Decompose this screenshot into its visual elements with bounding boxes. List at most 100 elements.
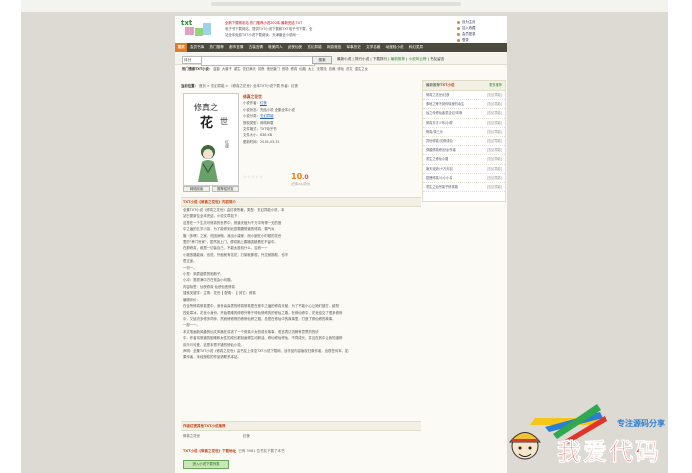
sidebar-item-title[interactable]: 修真之花世/红夜 <box>426 91 449 99</box>
cover-figure-illustration <box>198 145 218 182</box>
sidebar-item[interactable]: 仙之传修仙者重活记/本尊 [玄幻异能] <box>423 109 505 119</box>
sidebar-item[interactable]: 爹地之等不到你转身的余生 [玄幻异能] <box>423 100 505 110</box>
hot-search-label: 热门搜索TXT小说： <box>182 67 213 71</box>
sidebar-item-title[interactable]: 重生之修仙小路 <box>426 155 448 163</box>
hot-word[interactable]: 重生 <box>234 67 241 71</box>
sidebar-item[interactable]: 狐狸修真/小小小青 [玄幻异能] <box>423 174 505 184</box>
quick-link-download-rank[interactable]: 下载排行 <box>373 57 387 61</box>
sidebar-recommend: 最新推荐TXT小说 更多推荐 修真之花世/红夜 [玄幻异能] 爹地之等不到你转身的余… <box>422 80 506 202</box>
hot-word[interactable]: 花红满天 <box>243 67 256 71</box>
sidebar-item-category: [玄幻异能] <box>486 111 502 116</box>
hot-word[interactable]: 虐文 <box>346 67 353 71</box>
sidebar-header: 最新推荐TXT小说 更多推荐 <box>423 81 505 91</box>
sidebar-item-category: [玄幻异能] <box>486 139 502 144</box>
sidebar-item-title[interactable]: 重生之仙宗弟子修真路 <box>426 183 458 191</box>
sidebar-item-category: [玄幻异能] <box>486 102 502 107</box>
nav-item-home[interactable]: 首页 <box>175 43 188 52</box>
breadcrumb-path[interactable]: 首页 > 玄幻异能 > 《修真之花世》全本TXT小说下载 作者：红夜 <box>199 84 298 88</box>
description-header: TXT小说《修真之花世》内容简介 <box>181 197 421 207</box>
site-watermark-logo: 专注源码分享 我爱代码 <box>508 404 665 466</box>
author-link[interactable]: 红夜 <box>260 101 267 105</box>
sidebar-item-category: [玄幻异能] <box>486 93 502 97</box>
nav-item-anime[interactable]: 动漫轻小说 <box>383 43 406 52</box>
quick-link-charts[interactable]: 小说风云榜 <box>409 57 427 61</box>
hot-word[interactable]: 无限流 <box>317 67 327 71</box>
sidebar-item-category: [玄幻异能] <box>486 175 502 180</box>
bullet-icon <box>457 38 460 42</box>
hot-word[interactable]: 仙路 <box>299 67 306 71</box>
hot-word[interactable]: 总裁 <box>329 67 336 71</box>
score-value: 10.0 <box>291 172 309 181</box>
category-link[interactable]: 玄幻异能 <box>260 114 274 118</box>
other-book-author: 红夜 <box>243 434 250 438</box>
hot-word[interactable]: 重生之女 <box>355 67 368 71</box>
hot-word[interactable]: 将夜 <box>258 67 265 71</box>
hot-search-words: 热门搜索TXT小说： 盗墓 大唐子 重生 花红满天 将夜 绝世唐门 官场 修真 … <box>175 65 507 73</box>
online-read-button[interactable]: 网络阅读 <box>183 186 210 192</box>
download-count-note: 已有 3981 位书友下载了本书 <box>238 449 285 453</box>
hot-word[interactable]: 盗墓 <box>213 67 220 71</box>
nav-item-hot[interactable]: 热门推荐 <box>207 43 227 52</box>
quick-link-recommend[interactable]: 最新推荐 <box>391 57 405 61</box>
sidebar-item-title[interactable]: 狐狸修真/小小小青 <box>426 174 453 182</box>
sidebar-item[interactable]: 重生之仙宗弟子修真路 [玄幻异能] <box>423 183 505 193</box>
book-info: 修真之花世 小说作者：红夜 小说状态：完结小说 全集全本小说 小说分类：玄幻异能… <box>243 94 363 145</box>
quick-link-ranking[interactable]: 排行小说 <box>355 57 369 61</box>
quick-link-latest[interactable]: 最新小说 <box>337 57 351 61</box>
nav-item-urban-romance[interactable]: 都市言情 <box>227 43 247 52</box>
hot-word[interactable]: 修仙 <box>337 67 344 71</box>
rating-stars[interactable]: ☆☆☆☆☆ <box>243 174 263 179</box>
search-bar: 评分 搜索 最新小说 | 排行小说 | 下载排行 | 最新推荐 | 小说风云榜 … <box>175 53 507 66</box>
nav-item-wuxia[interactable]: 武侠仙侠 <box>285 43 305 52</box>
author-other-book-row[interactable]: 修真之花世 红夜 <box>183 432 415 440</box>
description-body: 全集TXT小说《修真之花世》由红夜所著，类型：玄幻异能小说，本 站已更新至全本完结… <box>183 207 415 361</box>
hot-word[interactable]: 官场 <box>282 67 289 71</box>
hot-word[interactable]: 绝世唐门 <box>267 67 280 71</box>
sidebar-item[interactable]: 修真之花世/红夜 [玄幻异能] <box>423 91 505 101</box>
sidebar-item[interactable]: 穿越修真修出仙/作者 [玄幻异能] <box>423 146 505 156</box>
sidebar-item-title[interactable]: 穿越修真修出仙/作者 <box>426 146 456 154</box>
nav-item-fanfic[interactable]: 耽美同人 <box>266 43 286 52</box>
sidebar-item-title[interactable]: 南天双娇/十万天羽 <box>426 165 453 173</box>
sidebar-item[interactable]: 南天双娇/十万天羽 [玄幻异能] <box>423 165 505 174</box>
sidebar-item-category: [玄幻异能] <box>486 148 502 153</box>
sidebar-item[interactable]: 修真/茶三乐 [玄幻异能] <box>423 128 505 138</box>
search-button[interactable]: 搜索 <box>312 56 332 64</box>
nav-item-ancient-romance[interactable]: 古装言情 <box>246 43 266 52</box>
watermark-top-text: 专注源码分享 <box>617 418 665 428</box>
nav-item-member-library[interactable]: 会员书库 <box>187 43 207 52</box>
logo-block-green <box>195 28 203 36</box>
sidebar-item-title[interactable]: 爹地之等不到你转身的余生 <box>426 100 464 108</box>
hot-word[interactable]: 大唐子 <box>222 67 232 71</box>
download-list-button[interactable]: 进入小说下载列表 <box>183 460 229 469</box>
search-type-select[interactable]: 评分 <box>182 56 202 64</box>
sidebar-item[interactable]: 修真天才少年/小柳 [玄幻异能] <box>423 119 505 128</box>
sidebar-item[interactable]: 重生之修仙小路 [玄幻异能] <box>423 155 505 165</box>
hot-word[interactable]: 修真 <box>291 67 298 71</box>
sidebar-item-title[interactable]: 异世修真/灵修成仙 <box>426 137 453 145</box>
watermark-main-text: 我爱代码 <box>557 438 661 466</box>
sidebar-item-title[interactable]: 修真天才少年/小柳 <box>426 119 453 127</box>
nav-item-fantasy[interactable]: 玄幻异能 <box>305 43 325 52</box>
quick-link-guestbook[interactable]: 书友留言 <box>430 57 444 61</box>
nav-item-military[interactable]: 军事历史 <box>344 43 364 52</box>
nav-item-classics[interactable]: 文学名著 <box>363 43 383 52</box>
site-header: txt 全新下载精彩站 热门推荐小说200本 最新完结 TXT 电子书下载网站，… <box>175 16 507 42</box>
book-cover[interactable]: 修真之 花 世 红夜 <box>183 93 239 186</box>
logo-block-blue <box>203 23 211 35</box>
bullet-icon <box>457 32 460 36</box>
author-link[interactable]: 红夜 <box>190 424 197 428</box>
search-quick-links: 最新小说 | 排行小说 | 下载排行 | 最新推荐 | 小说风云榜 | 书友留言 <box>337 57 445 61</box>
sidebar-item-title[interactable]: 修真/茶三乐 <box>426 128 443 136</box>
sidebar-item[interactable]: 异世修真/灵修成仙 [玄幻异能] <box>423 137 505 147</box>
bullet-icon <box>457 26 460 30</box>
nav-item-scifi[interactable]: 科幻灵异 <box>406 43 426 52</box>
hot-word[interactable]: 太上 <box>308 67 315 71</box>
sidebar-item-title[interactable]: 仙之传修仙者重活记/本尊 <box>426 109 462 117</box>
other-book-title[interactable]: 修真之花世 <box>183 432 243 440</box>
recommend-friend-button[interactable]: 推荐给好友 <box>212 186 239 192</box>
nav-item-gaming[interactable]: 网游竞技 <box>324 43 344 52</box>
cover-author: 红夜 <box>225 140 230 148</box>
more-recommend-link[interactable]: 更多推荐 <box>489 81 502 90</box>
site-logo[interactable]: txt <box>181 19 211 38</box>
